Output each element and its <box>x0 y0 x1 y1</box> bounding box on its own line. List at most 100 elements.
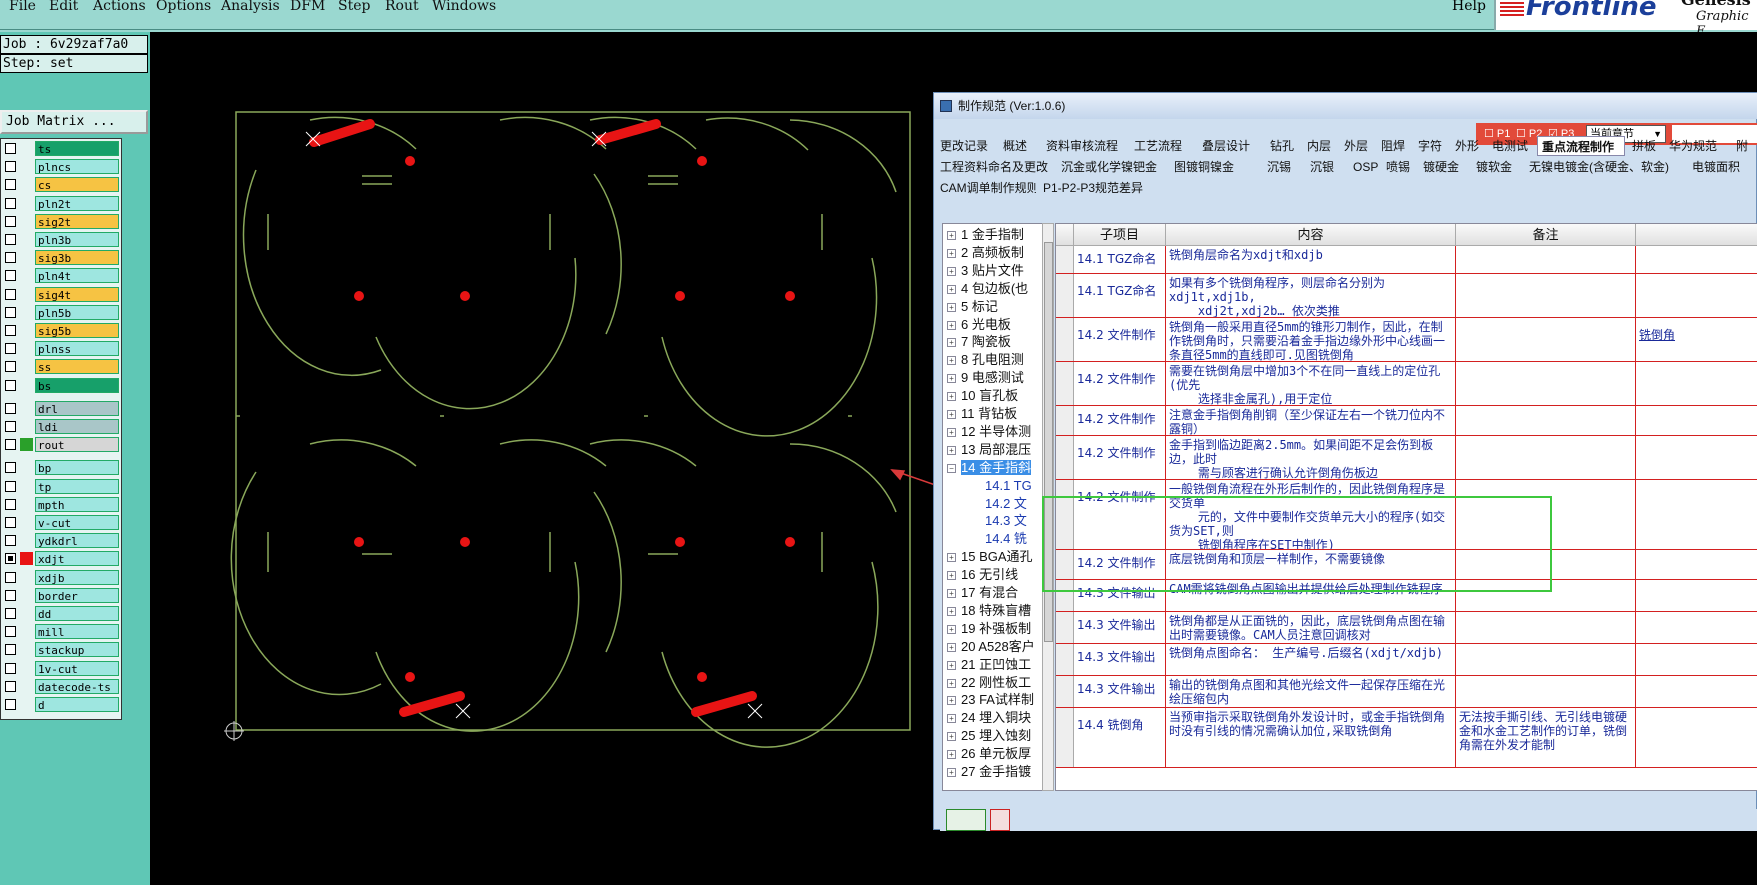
tab-tabs_row1-3[interactable]: 工艺流程 <box>1130 136 1195 156</box>
tree-node[interactable]: +8 孔电阻测 <box>947 351 1024 369</box>
layer-checkbox[interactable] <box>5 644 16 656</box>
layer-mark[interactable] <box>20 607 33 620</box>
column-header[interactable]: 子项目 <box>1074 224 1166 246</box>
layer-checkbox[interactable] <box>5 535 16 547</box>
tab-tabs_row2-1[interactable]: 沉金或化学镍钯金 <box>1057 157 1167 177</box>
expand-icon[interactable]: + <box>947 696 956 706</box>
layer-row-sig2t[interactable]: sig2t <box>1 213 121 229</box>
layer-checkbox[interactable] <box>5 179 16 191</box>
layer-row-pln3b[interactable]: pln3b <box>1 232 121 247</box>
layer-row-datecode-ts[interactable]: datecode-ts <box>1 678 121 694</box>
expand-icon[interactable]: + <box>947 750 956 760</box>
menu-step[interactable]: Step <box>338 0 370 14</box>
row-header[interactable] <box>1056 246 1074 273</box>
layer-checkbox[interactable] <box>5 462 16 474</box>
layer-checkbox[interactable] <box>5 215 16 227</box>
tab-tabs_row2-10[interactable]: 电镀面积 <box>1688 157 1750 177</box>
tree-node[interactable]: +26 单元板厚 <box>947 745 1031 763</box>
layer-mark[interactable] <box>20 306 33 319</box>
tree-node[interactable]: +12 半导体测 <box>947 423 1031 441</box>
tree-node[interactable]: +19 补强板制 <box>947 620 1031 638</box>
layer-mark[interactable] <box>20 251 33 264</box>
layer-checkbox[interactable] <box>5 288 16 300</box>
table-row[interactable]: 14.3 文件输出 铣倒角点图命名： 生产编号.后缀名(xdjt/xdjb) <box>1056 644 1757 676</box>
table-row[interactable]: 14.2 文件制作 金手指到临边距离2.5mm。如果间距不足会伤到板边，此时 需与… <box>1056 436 1757 480</box>
layer-checkbox[interactable] <box>5 553 16 565</box>
menu-windows[interactable]: Windows <box>432 0 496 14</box>
tab-tabs_row2-2[interactable]: 图镀铜镍金 <box>1170 157 1260 177</box>
layer-mark[interactable] <box>20 379 33 392</box>
layer-checkbox[interactable] <box>5 161 16 173</box>
tab-tabs_row2-9[interactable]: 无镍电镀金(含硬金、软金) <box>1525 157 1685 177</box>
layer-row-sig3b[interactable]: sig3b <box>1 250 121 266</box>
layer-mark[interactable] <box>20 215 33 228</box>
expand-icon[interactable]: + <box>947 571 956 581</box>
layer-row-pln2t[interactable]: pln2t <box>1 195 121 211</box>
row-header[interactable] <box>1056 708 1074 767</box>
layer-row-ts[interactable]: ts <box>1 141 121 156</box>
expand-icon[interactable]: + <box>947 266 956 276</box>
layer-mark[interactable] <box>20 197 33 210</box>
row-header[interactable] <box>1056 676 1074 707</box>
tree-node[interactable]: +22 刚性板工 <box>947 674 1031 692</box>
layer-mark[interactable] <box>20 342 33 355</box>
layer-checkbox[interactable] <box>5 608 16 619</box>
expand-icon[interactable]: + <box>947 768 956 777</box>
layer-row-ss[interactable]: ss <box>1 359 121 375</box>
chapter-tree[interactable]: +1 金手指制 +2 高频板制 +3 贴片文件 +4 包边板(也 +5 标记 +6 光电板… <box>942 223 1050 791</box>
table-row[interactable]: 14.3 文件输出 输出的铣倒角点图和其他光绘文件一起保存压缩在光绘压缩包内 <box>1056 676 1757 708</box>
row-header[interactable] <box>1056 436 1074 479</box>
row-header[interactable] <box>1056 644 1074 675</box>
expand-icon[interactable]: + <box>947 338 956 348</box>
layer-row-plnss[interactable]: plnss <box>1 341 121 357</box>
tab-tabs_row1-10[interactable]: 外形 <box>1451 136 1485 156</box>
table-row[interactable]: 14.2 文件制作 需要在铣倒角层中增加3个不在同一直线上的定位孔(优先 选择非金… <box>1056 362 1757 406</box>
menu-rout[interactable]: Rout <box>385 0 419 14</box>
layer-row-d[interactable]: d <box>1 697 121 712</box>
expand-icon[interactable]: + <box>947 392 956 402</box>
tree-node[interactable]: +21 正凹蚀工 <box>947 656 1031 674</box>
tree-node[interactable]: +15 BGA通孔 <box>947 548 1033 566</box>
layer-checkbox[interactable] <box>5 480 16 492</box>
expand-icon[interactable]: + <box>947 231 956 240</box>
tab-tabs_row1-8[interactable]: 阻焊 <box>1377 136 1411 156</box>
layer-mark[interactable] <box>20 438 33 452</box>
layer-mark[interactable] <box>20 516 33 529</box>
layer-mark[interactable] <box>20 552 33 566</box>
layer-checkbox[interactable] <box>5 270 16 282</box>
tree-node[interactable]: +11 背钻板 <box>947 405 1017 423</box>
layer-row-1v-cut[interactable]: 1v-cut <box>1 660 121 676</box>
layer-checkbox[interactable] <box>5 699 16 710</box>
row-header[interactable] <box>1056 612 1074 643</box>
layer-checkbox[interactable] <box>5 343 16 355</box>
layer-row-sig4t[interactable]: sig4t <box>1 286 121 302</box>
layer-checkbox[interactable] <box>5 662 16 674</box>
layer-checkbox[interactable] <box>5 626 16 638</box>
menu-dfm[interactable]: DFM <box>290 0 325 14</box>
table-row[interactable]: 14.4 铣倒角 当预审指示采取铣倒角外发设计时，或金手指铣倒角时没有引线的情况需… <box>1056 708 1757 768</box>
tree-node[interactable]: +2 高频板制 <box>947 244 1024 262</box>
expand-icon[interactable]: + <box>947 553 956 563</box>
menu-file[interactable]: File <box>9 0 36 14</box>
expand-icon[interactable]: + <box>947 248 956 258</box>
tab-tabs_row2-6[interactable]: 喷锡 <box>1382 157 1416 177</box>
tree-subnode[interactable]: 14.3 文 <box>985 512 1027 530</box>
tree-node[interactable]: +18 特殊盲槽 <box>947 602 1031 620</box>
layer-mark[interactable] <box>20 420 33 433</box>
tab-tabs_row1-14[interactable]: 华为规范 <box>1665 136 1729 156</box>
tab-tabs_row1-12[interactable]: 重点流程制作 <box>1537 136 1625 156</box>
site-badge[interactable] <box>946 809 986 831</box>
layer-mark[interactable] <box>20 589 33 602</box>
tree-node[interactable]: +25 埋入蚀刻 <box>947 727 1031 745</box>
expand-icon[interactable]: + <box>947 660 956 670</box>
layer-row-xdjt[interactable]: xdjt <box>1 551 121 567</box>
tab-tabs_row1-7[interactable]: 外层 <box>1340 136 1374 156</box>
tab-tabs_row2-3[interactable]: 沉锡 <box>1263 157 1303 177</box>
menu-analysis[interactable]: Analysis <box>221 0 280 14</box>
layer-row-plncs[interactable]: plncs <box>1 159 121 175</box>
layer-mark[interactable] <box>20 288 33 301</box>
tree-node[interactable]: +1 金手指制 <box>947 226 1024 244</box>
layer-checkbox[interactable] <box>5 197 16 209</box>
menu-help[interactable]: Help <box>1452 0 1486 14</box>
layer-checkbox[interactable] <box>5 361 16 373</box>
